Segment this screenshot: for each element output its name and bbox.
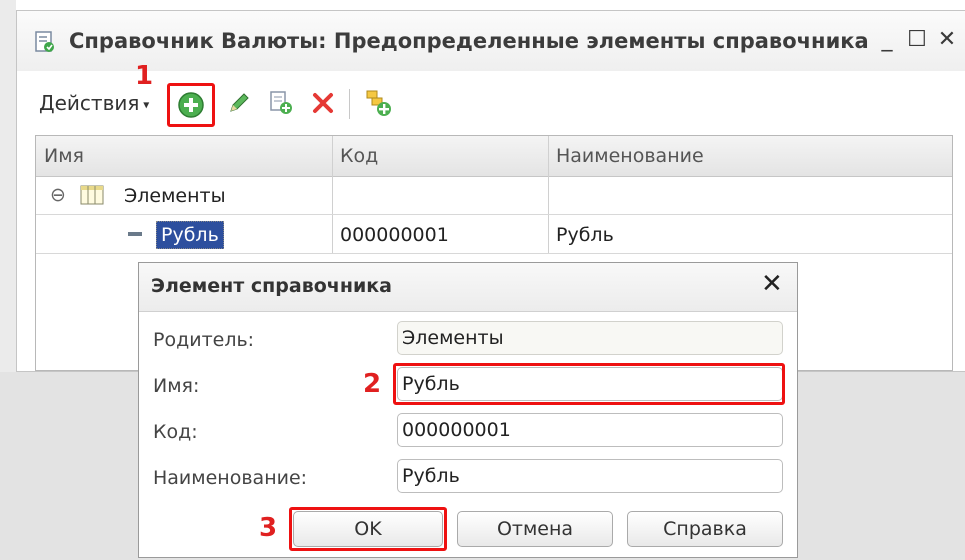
- column-header-code[interactable]: Код: [332, 136, 548, 176]
- edit-button[interactable]: [221, 85, 257, 121]
- step-2-marker: 2: [363, 369, 382, 399]
- add-folder-icon: [366, 90, 391, 116]
- table-row[interactable]: Рубль 000000001 Рубль: [36, 215, 952, 253]
- actions-label: Действия: [39, 91, 140, 115]
- dropdown-arrow-icon: ▾: [139, 97, 150, 112]
- row-title: Рубль: [556, 224, 614, 246]
- table-row[interactable]: ⊖ Элементы: [36, 176, 952, 214]
- title-field[interactable]: [397, 459, 783, 493]
- column-header-name[interactable]: Имя: [36, 136, 332, 176]
- copy-icon: [270, 91, 292, 114]
- minimize-button[interactable]: _: [873, 27, 901, 52]
- parent-label: Родитель:: [153, 329, 255, 351]
- row-divider: [36, 253, 952, 254]
- code-field[interactable]: [397, 413, 783, 447]
- row-name-selected: Рубль: [156, 221, 224, 249]
- dialog-title: Элемент справочника: [151, 275, 393, 297]
- row-code: 000000001: [340, 224, 449, 246]
- column-header-title[interactable]: Наименование: [548, 136, 952, 176]
- toolbar-separator: [349, 89, 350, 119]
- element-dash-icon: [128, 232, 142, 236]
- cancel-button[interactable]: Отмена: [457, 511, 613, 547]
- edit-pencil-icon: [230, 93, 249, 112]
- delete-cross-icon: [313, 93, 333, 113]
- dialog-close-button[interactable]: ✕: [761, 269, 783, 299]
- code-label: Код:: [153, 421, 198, 443]
- delete-button[interactable]: [305, 85, 341, 121]
- add-group-button[interactable]: [361, 85, 397, 121]
- maximize-button[interactable]: ☐: [903, 27, 931, 52]
- window-title: Справочник Валюты: Предопределенные элем…: [69, 29, 869, 53]
- copy-button[interactable]: [263, 85, 299, 121]
- window-titlebar: Справочник Валюты: Предопределенные элем…: [17, 11, 965, 71]
- step-3-marker: 3: [259, 513, 278, 543]
- name-label: Имя:: [153, 375, 200, 397]
- actions-menu[interactable]: Действия ▾: [39, 91, 149, 115]
- help-button[interactable]: Справка: [627, 511, 783, 547]
- add-button[interactable]: [167, 83, 215, 127]
- parent-field[interactable]: [397, 321, 783, 355]
- table-folder-icon: [80, 185, 104, 205]
- dialog-titlebar: Элемент справочника ✕: [139, 263, 797, 312]
- close-window-button[interactable]: ✕: [933, 27, 961, 52]
- ok-button-highlight: [289, 507, 447, 551]
- add-circle-icon: [178, 92, 204, 118]
- name-field-highlight: [393, 363, 785, 405]
- title-label: Наименование:: [153, 467, 308, 489]
- table-header: Имя Код Наименование: [36, 136, 952, 177]
- catalog-doc-icon: [35, 31, 54, 52]
- catalog-element-dialog: Элемент справочника ✕ Родитель: Имя: 2 К…: [138, 262, 798, 558]
- row-name: Элементы: [124, 185, 226, 207]
- step-1-marker: 1: [135, 61, 154, 91]
- collapse-toggle-icon[interactable]: ⊖: [50, 184, 66, 206]
